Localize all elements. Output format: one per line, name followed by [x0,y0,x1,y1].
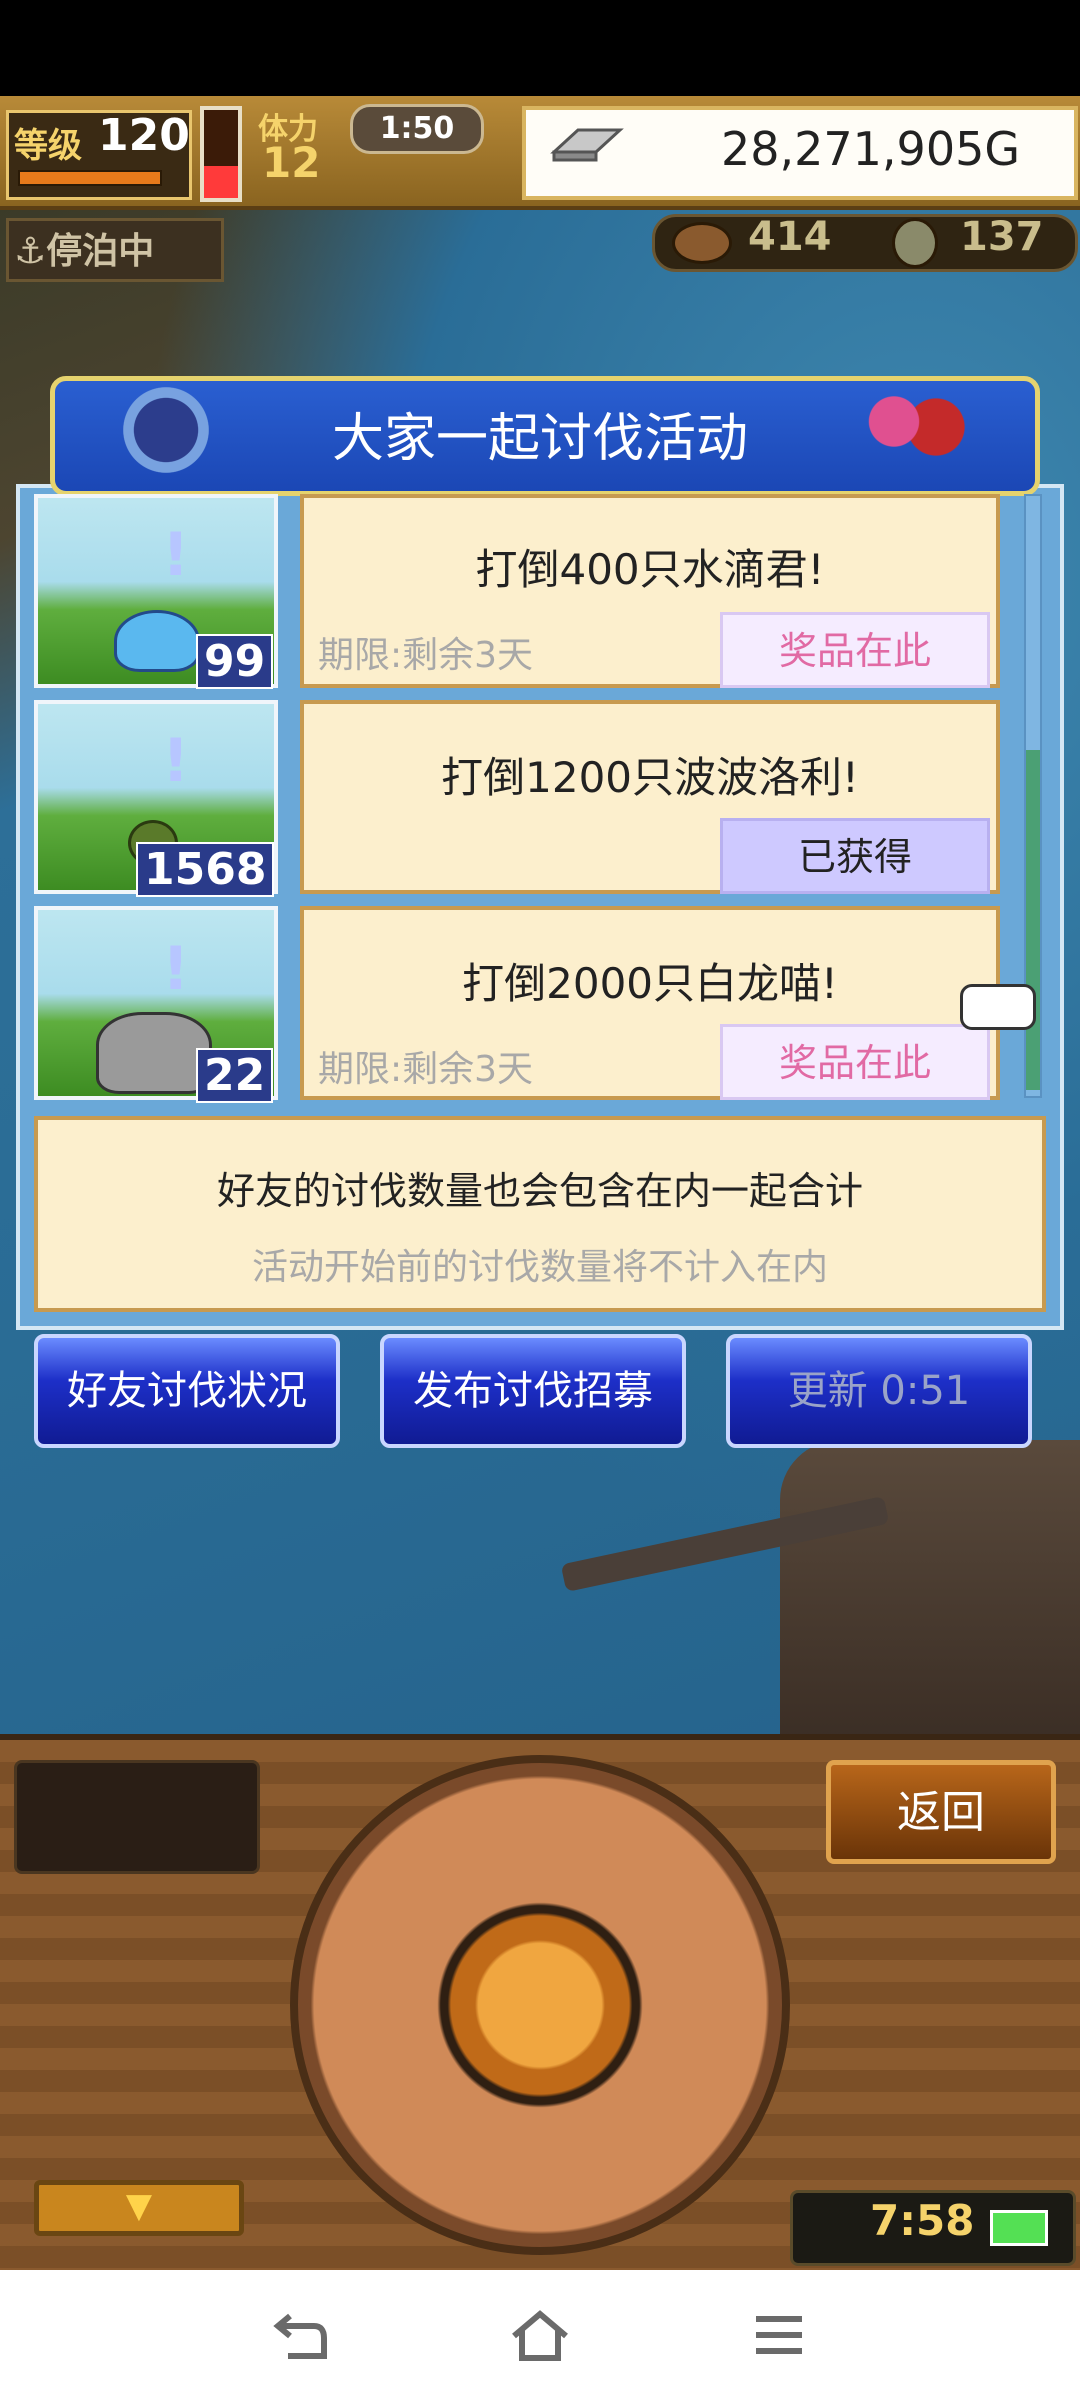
chevron-down-icon: ▼ [125,2186,153,2226]
minimap-screen [14,1760,260,1874]
exclaim-icon: ! [162,726,190,796]
resource1-value: 414 [748,214,832,260]
experience-bar [18,170,162,186]
stamina-gauge-fill [204,166,238,198]
pointing-hand-icon [960,984,1036,1030]
refresh-button[interactable]: 更新 0:51 [726,1334,1032,1448]
friends-status-button[interactable]: 好友讨伐状况 [34,1334,340,1448]
expand-down-button[interactable]: ▼ [34,2180,244,2236]
resource2-value: 137 [960,214,1044,260]
menu-icon[interactable] [754,2310,804,2360]
kill-count: 22 [196,1048,274,1103]
obtained-button[interactable]: 已获得 [720,818,990,894]
battery-icon [990,2210,1048,2246]
meat-icon [672,222,732,264]
stamina-value: 12 [262,138,321,187]
kill-count: 1568 [136,842,275,897]
mission-deadline: 期限:剩余3天 [318,635,534,676]
dragon-icon [96,1012,212,1094]
game-clock: 7:58 [870,2196,975,2245]
kill-count: 99 [196,634,274,689]
info-secondary: 活动开始前的讨伐数量将不计入在内 [251,1247,828,1288]
stamina-timer: 1:50 [350,104,484,154]
info-primary: 好友的讨伐数量也会包含在内一起合计 [216,1169,863,1213]
exclaim-icon: ! [162,520,190,590]
recruit-button[interactable]: 发布讨伐招募 [380,1334,686,1448]
mission-title: 打倒2000只白龙喵! [462,959,838,1008]
control-wheel[interactable] [290,1755,790,2255]
scrollbar-thumb[interactable] [1026,750,1040,1090]
prize-button[interactable]: 奖品在此 [720,1024,990,1100]
back-icon[interactable] [270,2308,330,2364]
mission-title: 打倒1200只波波洛利! [441,753,859,802]
home-icon[interactable] [508,2306,572,2366]
exclaim-icon: ! [162,934,190,1004]
level-label: 等级 [14,126,82,166]
ship-hull [780,1440,1080,1740]
slime-icon [114,610,200,672]
mission-title: 打倒400只水滴君! [475,545,825,594]
coin-icon [892,218,938,268]
prize-button[interactable]: 奖品在此 [720,612,990,688]
gold-amount: 28,271,905G [720,122,1020,176]
level-value: 120 [98,110,190,161]
mission-deadline: 期限:剩余3天 [318,1049,534,1090]
back-button[interactable]: 返回 [826,1760,1056,1864]
anchor-icon: ⚓ [14,231,47,272]
anchor-status: ⚓停泊中 [14,222,154,274]
dialog-title: 大家一起讨伐活动 [331,409,748,469]
anchor-status-label: 停泊中 [46,231,155,272]
